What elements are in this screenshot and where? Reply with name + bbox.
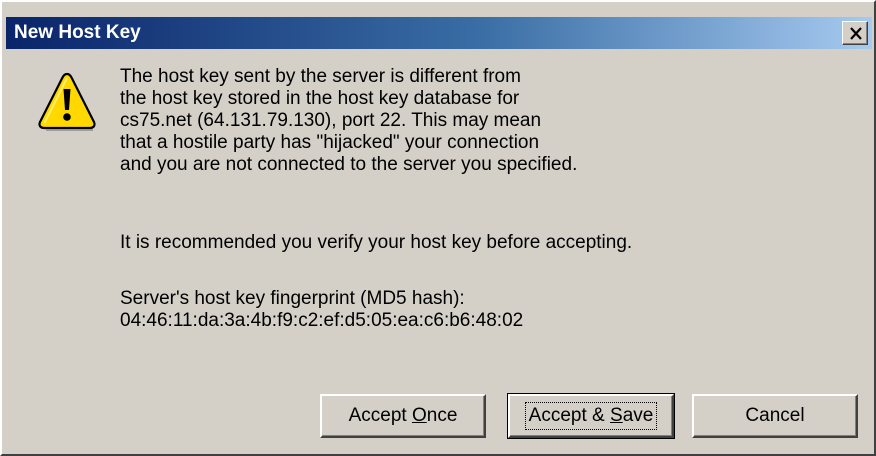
label-part: Accept & [528, 405, 610, 426]
message-line: cs75.net (64.131.79.130), port 22. This … [120, 110, 542, 131]
dialog-window: New Host Key The host key sent by the se… [0, 0, 876, 456]
cancel-label: Cancel [745, 405, 805, 426]
label-part: Accept [348, 405, 412, 426]
close-button[interactable] [842, 21, 868, 45]
label-part: ave [622, 405, 654, 426]
fingerprint-value: 04:46:11:da:3a:4b:f9:c2:ef:d5:05:ea:c6:b… [120, 310, 524, 331]
accept-save-label: Accept & Save [524, 402, 658, 430]
warning-icon [38, 72, 96, 131]
label-part: nce [426, 405, 458, 426]
fingerprint-block: Server's host key fingerprint (MD5 hash)… [120, 288, 523, 332]
message-line: The host key sent by the server is diffe… [120, 66, 521, 87]
warning-message: The host key sent by the server is diffe… [120, 66, 577, 176]
message-line: the host key stored in the host key data… [120, 88, 520, 109]
window-title: New Host Key [14, 22, 141, 43]
accelerator-key: O [411, 405, 427, 426]
message-line: It is recommended you verify your host k… [120, 232, 633, 253]
message-line: and you are not connected to the server … [120, 154, 578, 175]
fingerprint-label: Server's host key fingerprint (MD5 hash)… [120, 288, 465, 309]
title-bar[interactable]: New Host Key [6, 17, 872, 49]
message-line: that a hostile party has "hijacked" your… [120, 132, 540, 153]
close-icon [850, 27, 862, 40]
accelerator-key: S [610, 405, 623, 426]
accept-once-button[interactable]: Accept Once [320, 394, 486, 438]
recommendation-text: It is recommended you verify your host k… [120, 232, 632, 254]
accept-once-label: Accept Once [349, 405, 458, 427]
accept-save-button[interactable]: Accept & Save [507, 393, 675, 439]
cancel-button[interactable]: Cancel [692, 394, 858, 438]
